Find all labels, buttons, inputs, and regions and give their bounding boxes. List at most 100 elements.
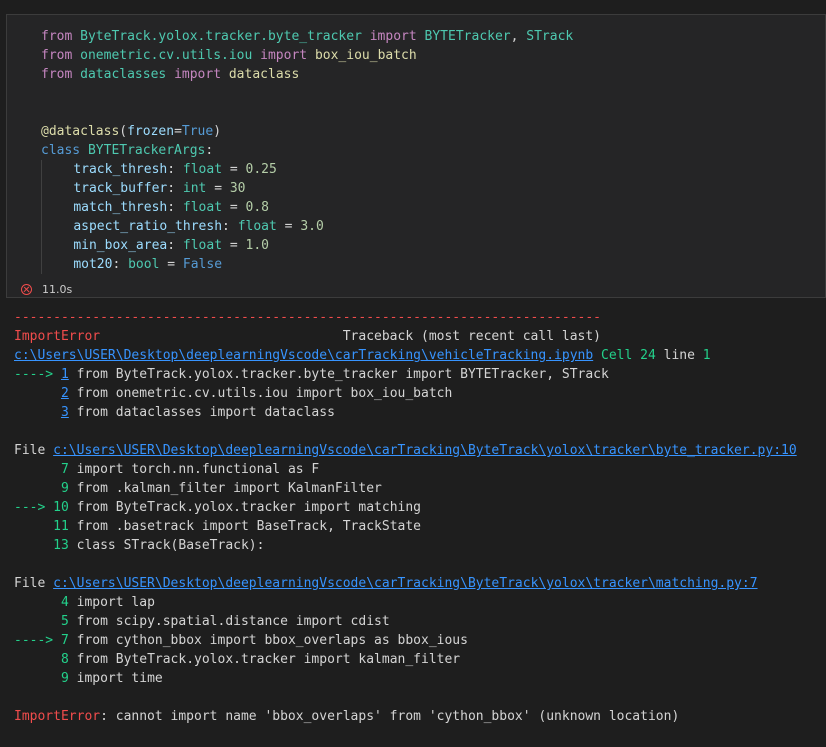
code-token: bool [128,257,160,272]
code-token: = [222,200,246,215]
code-token: from ByteTrack.yolox.tracker import kalm… [68,652,461,667]
code-token: , [510,29,527,44]
code-token: import [260,48,308,63]
code-token: ----------------------------------------… [14,310,601,325]
code-token: : [205,143,214,158]
code-token: ImportError [14,709,101,724]
code-line: from onemetric.cv.utils.iou import box_i… [41,46,573,65]
execution-time: 11.0s [42,283,73,296]
traceback-link[interactable]: c:\Users\USER\Desktop\deeplearningVscode… [53,576,757,591]
code-token: line [655,348,703,363]
code-line: match_thresh: float = 0.8 [41,198,573,217]
traceback-link[interactable]: 2 [61,386,69,401]
code-token: 1 [702,348,711,363]
code-token: 30 [229,181,246,196]
code-token: = [159,257,183,272]
code-token: float [182,238,223,253]
code-line: min_box_area: float = 1.0 [41,236,573,255]
code-token: ---> 10 [14,500,69,515]
code-token: from [41,29,73,44]
code-token: : [112,257,129,272]
output-line: 11 from .basetrack import BaseTrack, Tra… [14,517,797,536]
indent-guide [41,160,73,179]
output-line: ImportError: cannot import name 'bbox_ov… [14,707,797,726]
code-line: track_thresh: float = 0.25 [41,160,573,179]
code-token: False [182,257,223,272]
output-line: 2 from onemetric.cv.utils.iou import box… [14,384,797,403]
code-token: class STrack(BaseTrack): [68,538,265,553]
code-token: match_thresh [73,200,168,215]
code-token: from [41,67,73,82]
code-line: @dataclass(frozen=True) [41,122,573,141]
code-cell[interactable]: from ByteTrack.yolox.tracker.byte_tracke… [6,14,826,298]
code-token: mot20 [73,257,113,272]
code-token: 3.0 [300,219,324,234]
code-token: File [14,443,54,458]
code-token: ) [213,124,222,139]
code-token: 5 [60,614,69,629]
code-line: aspect_ratio_thresh: float = 3.0 [41,217,573,236]
output-line: ----> 7 from cython_bbox import bbox_ove… [14,631,797,650]
code-token: 11 [53,519,69,534]
error-circle-icon [21,284,32,295]
traceback-link[interactable]: c:\Users\USER\Desktop\deeplearningVscode… [53,443,797,458]
code-line: class BYTETrackerArgs: [41,141,573,160]
code-editor[interactable]: from ByteTrack.yolox.tracker.byte_tracke… [41,27,573,274]
code-token: from dataclasses import dataclass [68,405,335,420]
indent-guide [41,179,73,198]
code-token: import [369,29,417,44]
code-token: @dataclass [41,124,120,139]
code-token: = [222,162,246,177]
code-token: = [276,219,301,234]
output-line: 9 import time [14,669,797,688]
output-line: ---> 10 from ByteTrack.yolox.tracker imp… [14,498,797,517]
traceback-link[interactable]: 3 [61,405,69,420]
code-token: from .kalman_filter import KalmanFilter [68,481,382,496]
output-line: File c:\Users\USER\Desktop\deeplearningV… [14,574,797,593]
code-token: from cython_bbox import bbox_overlaps as… [68,633,468,648]
code-token: = [222,238,246,253]
code-token: ImportError [14,329,101,344]
code-token: : cannot import name 'bbox_overlaps' fro… [100,709,680,724]
output-line: ----> 1 from ByteTrack.yolox.tracker.byt… [14,365,797,384]
code-token: = [174,124,182,139]
output-line: 5 from scipy.spatial.distance import cdi… [14,612,797,631]
code-token: True [181,124,214,139]
indent-guide [41,236,73,255]
code-token: 7 [60,462,69,477]
cell-output: ----------------------------------------… [14,308,797,726]
traceback-link[interactable]: 1 [61,367,69,382]
code-token: BYTETrackerArgs [87,143,206,158]
code-token: 4 [60,595,69,610]
code-token: from scipy.spatial.distance import cdist [68,614,390,629]
traceback-link[interactable]: c:\Users\USER\Desktop\deeplearningVscode… [14,348,593,363]
code-token: min_box_area [73,238,168,253]
output-line: File c:\Users\USER\Desktop\deeplearningV… [14,441,797,460]
code-token: float [182,162,223,177]
code-token: float [237,219,277,234]
code-token: float [182,200,223,215]
code-token: import lap [68,595,155,610]
code-token: from [41,48,73,63]
code-token: BYTETracker [424,29,511,44]
code-token: int [182,181,207,196]
code-token: import torch.nn.functional as F [68,462,320,477]
code-token: ( [119,124,128,139]
indent-guide [41,198,73,217]
